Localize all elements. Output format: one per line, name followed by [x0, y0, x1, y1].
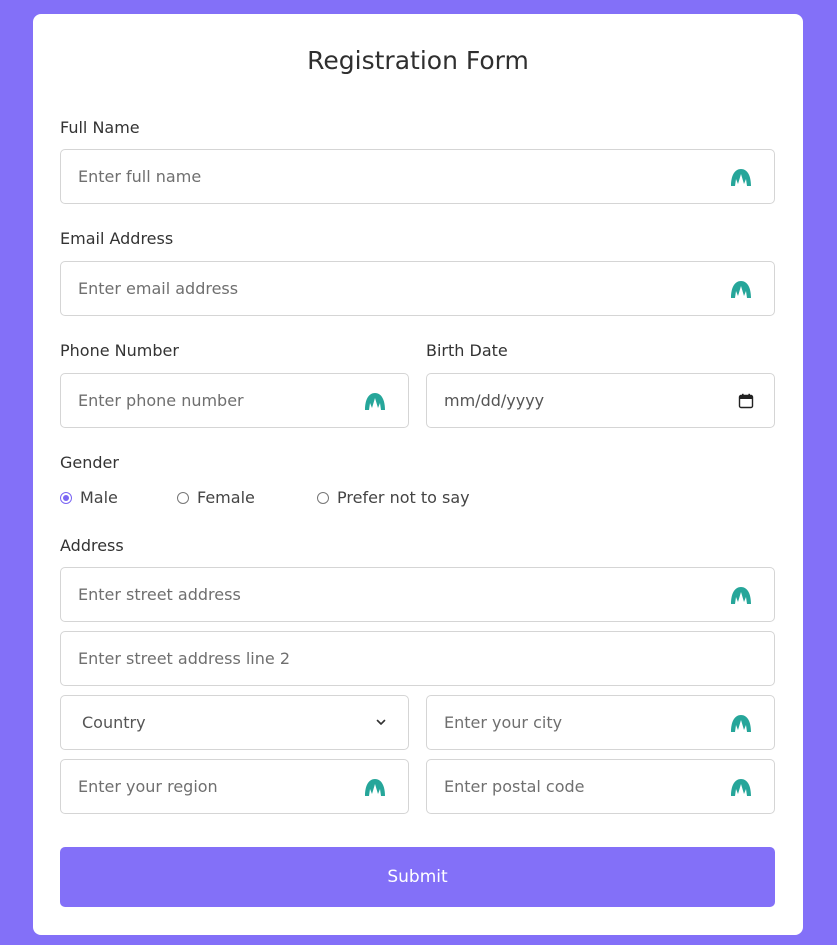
email-input[interactable]: Enter email address	[60, 261, 775, 316]
spike-icon	[730, 585, 752, 605]
spike-icon	[730, 167, 752, 187]
postal-code-input[interactable]: Enter postal code	[426, 759, 775, 814]
postal-code-placeholder: Enter postal code	[444, 777, 585, 796]
spike-icon	[364, 777, 386, 797]
registration-card: Registration Form Full Name Enter full n…	[33, 14, 803, 935]
form-title: Registration Form	[307, 46, 529, 75]
street-address-input[interactable]: Enter street address	[60, 567, 775, 622]
street-address-line2-placeholder: Enter street address line 2	[78, 649, 290, 668]
birth-date-placeholder: mm/dd/yyyy	[444, 391, 545, 410]
spike-icon	[730, 777, 752, 797]
calendar-icon[interactable]	[738, 393, 754, 409]
phone-label: Phone Number	[60, 341, 179, 360]
country-select-value: Country	[82, 713, 146, 732]
full-name-placeholder: Enter full name	[78, 167, 202, 186]
region-placeholder: Enter your region	[78, 777, 218, 796]
full-name-label: Full Name	[60, 118, 140, 137]
phone-placeholder: Enter phone number	[78, 391, 244, 410]
gender-label: Gender	[60, 453, 119, 472]
street-address-line2-input[interactable]: Enter street address line 2	[60, 631, 775, 686]
chevron-down-icon	[376, 719, 386, 725]
email-placeholder: Enter email address	[78, 279, 239, 298]
birth-date-label: Birth Date	[426, 341, 508, 360]
radio-icon[interactable]	[177, 492, 189, 504]
spike-icon	[730, 279, 752, 299]
email-label: Email Address	[60, 229, 174, 248]
submit-button[interactable]: Submit	[60, 847, 775, 907]
radio-selected-icon[interactable]	[60, 492, 72, 504]
spike-icon	[730, 713, 752, 733]
address-label: Address	[60, 536, 124, 555]
country-select[interactable]: Country	[60, 695, 409, 750]
street-address-placeholder: Enter street address	[78, 585, 241, 604]
spike-icon	[364, 391, 386, 411]
birth-date-input[interactable]: mm/dd/yyyy	[426, 373, 775, 428]
full-name-input[interactable]: Enter full name	[60, 149, 775, 204]
region-input[interactable]: Enter your region	[60, 759, 409, 814]
city-input[interactable]: Enter your city	[426, 695, 775, 750]
city-placeholder: Enter your city	[444, 713, 563, 732]
phone-input[interactable]: Enter phone number	[60, 373, 409, 428]
radio-icon[interactable]	[317, 492, 329, 504]
